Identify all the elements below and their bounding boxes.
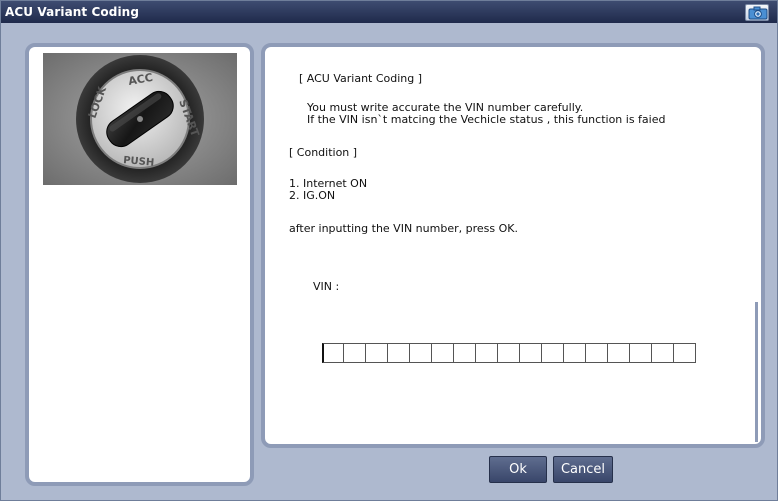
vin-char-field[interactable] [498, 343, 520, 363]
camera-icon[interactable] [745, 4, 769, 21]
vin-char-field[interactable] [586, 343, 608, 363]
window-title: ACU Variant Coding [5, 5, 140, 19]
condition-heading: [ Condition ] [289, 146, 358, 159]
vin-char-field[interactable] [410, 343, 432, 363]
section-heading: [ ACU Variant Coding ] [299, 72, 423, 85]
ok-button[interactable]: Ok [489, 456, 547, 483]
dialog-window: ACU Variant Coding LOCK ACC START PUSH [… [0, 0, 778, 501]
scrollbar[interactable] [755, 302, 758, 442]
vin-char-field[interactable] [432, 343, 454, 363]
vin-char-field[interactable] [630, 343, 652, 363]
vin-char-field[interactable] [674, 343, 696, 363]
condition-item: 2. IG.ON [289, 189, 336, 202]
vin-input[interactable] [322, 343, 696, 363]
instruction-text: after inputting the VIN number, press OK… [289, 222, 518, 235]
cancel-button[interactable]: Cancel [553, 456, 613, 483]
title-bar: ACU Variant Coding [1, 1, 777, 23]
vin-char-field[interactable] [322, 343, 344, 363]
vin-char-field[interactable] [542, 343, 564, 363]
vin-char-field[interactable] [454, 343, 476, 363]
vin-char-field[interactable] [520, 343, 542, 363]
ignition-key-photo: LOCK ACC START PUSH [43, 53, 237, 185]
warning-text-line2: If the VIN isn`t matcing the Vechicle st… [307, 113, 666, 126]
vin-char-field[interactable] [652, 343, 674, 363]
vin-char-field[interactable] [476, 343, 498, 363]
vin-char-field[interactable] [388, 343, 410, 363]
vin-label: VIN : [313, 280, 340, 293]
content-panel: [ ACU Variant Coding ] You must write ac… [261, 43, 765, 448]
vin-char-field[interactable] [608, 343, 630, 363]
vin-char-field[interactable] [344, 343, 366, 363]
image-panel: LOCK ACC START PUSH [25, 43, 254, 486]
vin-char-field[interactable] [564, 343, 586, 363]
vin-char-field[interactable] [366, 343, 388, 363]
